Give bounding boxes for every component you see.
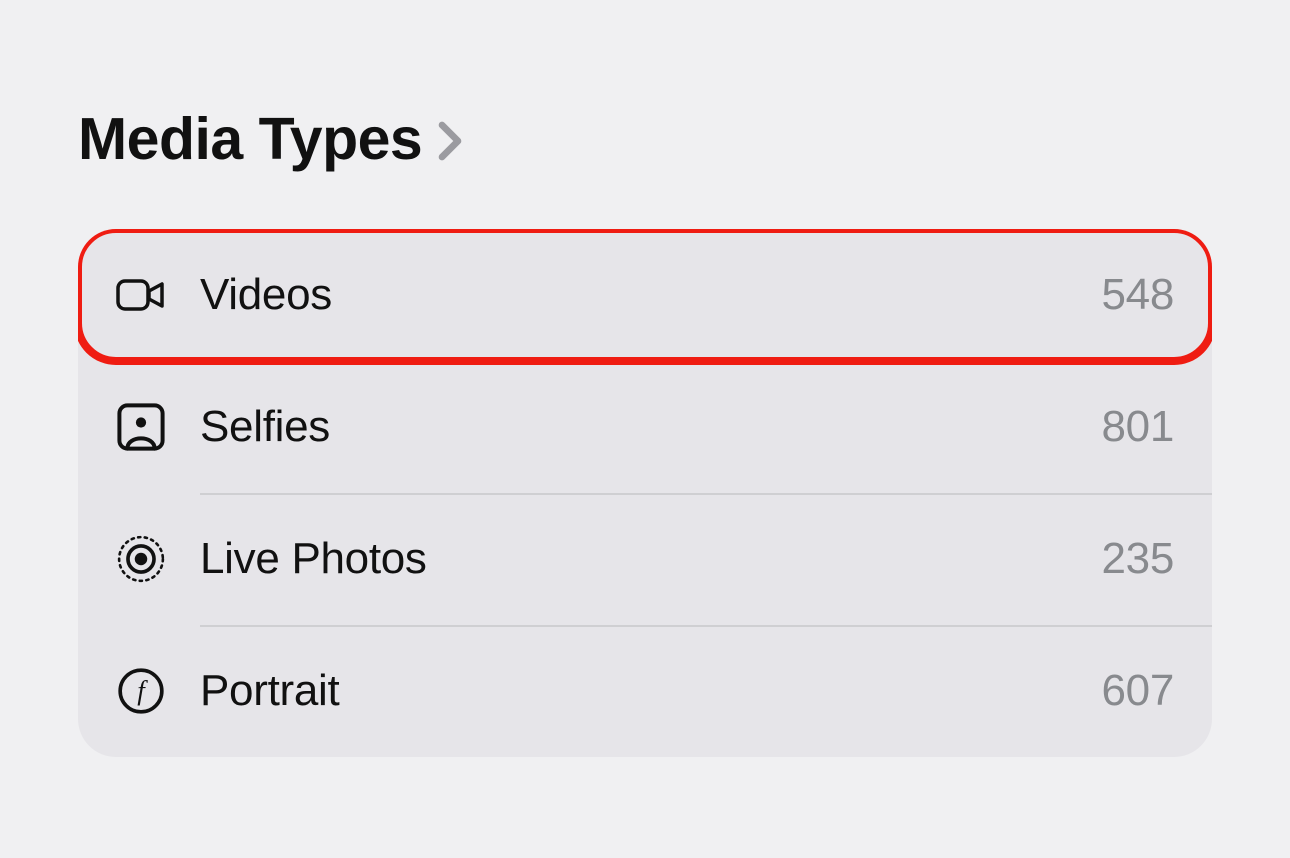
media-types-list: Videos 548 Selfies 801 [78,229,1212,757]
media-type-count: 801 [1101,402,1174,452]
media-type-row-selfies[interactable]: Selfies 801 [78,361,1212,493]
media-type-count: 548 [1101,270,1174,320]
media-type-row-portrait[interactable]: f Portrait 607 [78,625,1212,757]
selfie-icon [116,402,200,452]
media-type-label: Selfies [200,402,1101,452]
media-types-header[interactable]: Media Types [78,105,1212,173]
media-types-section: Media Types Videos 548 [0,0,1290,757]
media-type-count: 607 [1101,666,1174,716]
video-icon [116,270,200,320]
media-type-label: Portrait [200,666,1101,716]
section-title: Media Types [78,105,422,173]
live-photo-icon [116,534,200,584]
portrait-icon: f [116,666,200,716]
media-type-row-live-photos[interactable]: Live Photos 235 [78,493,1212,625]
chevron-right-icon [436,112,464,166]
media-type-row-videos[interactable]: Videos 548 [78,229,1212,361]
media-type-label: Live Photos [200,534,1101,584]
media-type-label: Videos [200,270,1101,320]
media-type-count: 235 [1101,534,1174,584]
svg-text:f: f [137,675,148,705]
